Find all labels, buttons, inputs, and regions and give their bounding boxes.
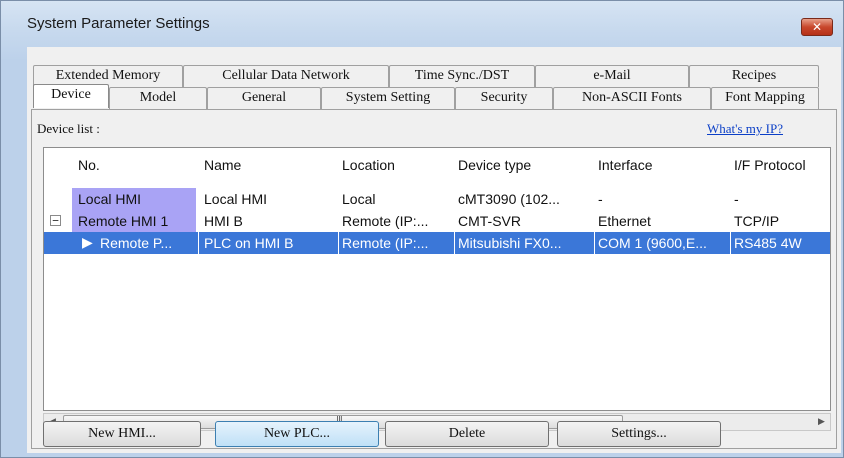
table-row[interactable]: Local HMI Local HMI Local cMT3090 (102..… [44, 188, 830, 210]
tab-device[interactable]: Device [33, 84, 109, 108]
cell-location: Remote (IP:... [342, 213, 429, 229]
table-row[interactable]: − Remote HMI 1 HMI B Remote (IP:... CMT-… [44, 210, 830, 232]
device-list-label: Device list : [37, 121, 100, 136]
tab-e-mail[interactable]: e-Mail [535, 65, 689, 87]
cell-no: Local HMI [72, 188, 196, 210]
column-header-location[interactable]: Location [342, 157, 395, 173]
cell-device-type: CMT-SVR [458, 213, 521, 229]
cell-protocol: - [734, 191, 739, 207]
window-title: System Parameter Settings [27, 15, 210, 32]
tab-recipes[interactable]: Recipes [689, 65, 819, 87]
cell-device-type: Mitsubishi FX0... [458, 235, 562, 251]
cell-no: Remote HMI 1 [72, 210, 196, 232]
tab-security[interactable]: Security [455, 87, 553, 109]
new-hmi-button[interactable]: New HMI... [43, 421, 201, 447]
column-header-if-protocol[interactable]: I/F Protocol [734, 157, 806, 173]
cell-interface: - [598, 191, 603, 207]
cell-protocol: RS485 4W [734, 235, 802, 251]
delete-button[interactable]: Delete [385, 421, 549, 447]
cell-name: Local HMI [204, 191, 268, 207]
grid-header: No. Name Location Device type Interface … [44, 148, 830, 180]
cell-location: Remote (IP:... [342, 235, 429, 251]
tab-font-mapping[interactable]: Font Mapping [711, 87, 819, 109]
tab-row-bottom: Device Model General System Setting Secu… [33, 84, 819, 109]
cell-interface: Ethernet [598, 213, 651, 229]
tab-general[interactable]: General [207, 87, 321, 109]
close-button[interactable]: ✕ [801, 18, 833, 36]
settings-button[interactable]: Settings... [557, 421, 721, 447]
tab-system-setting[interactable]: System Setting [321, 87, 455, 109]
new-plc-button[interactable]: New PLC... [215, 421, 379, 447]
cell-divider [594, 232, 595, 254]
tab-time-sync-dst[interactable]: Time Sync./DST [389, 65, 535, 87]
tab-non-ascii-fonts[interactable]: Non-ASCII Fonts [553, 87, 711, 109]
tab-model[interactable]: Model [109, 87, 207, 109]
device-list-grid[interactable]: No. Name Location Device type Interface … [43, 147, 831, 411]
column-header-device-type[interactable]: Device type [458, 157, 531, 173]
cell-divider [338, 232, 339, 254]
column-header-interface[interactable]: Interface [598, 157, 652, 173]
cell-device-type: cMT3090 (102... [458, 191, 560, 207]
column-header-name[interactable]: Name [204, 157, 241, 173]
whats-my-ip-link[interactable]: What's my IP? [707, 121, 783, 137]
title-bar[interactable]: System Parameter Settings ✕ [1, 1, 843, 47]
cell-divider [730, 232, 731, 254]
cell-interface: COM 1 (9600,E... [598, 235, 707, 251]
system-parameter-settings-dialog: System Parameter Settings ✕ Extended Mem… [0, 0, 844, 458]
collapse-icon[interactable]: − [50, 215, 61, 226]
tab-row-top: Extended Memory Cellular Data Network Ti… [33, 65, 819, 87]
scroll-right-icon[interactable]: ▶ [813, 414, 830, 430]
cell-name: PLC on HMI B [204, 235, 294, 251]
cell-location: Local [342, 191, 376, 207]
cell-name: HMI B [204, 213, 243, 229]
table-row-selected[interactable]: ▶ Remote P... PLC on HMI B Remote (IP:..… [44, 232, 830, 254]
cell-divider [454, 232, 455, 254]
dialog-client-area: Extended Memory Cellular Data Network Ti… [27, 47, 841, 453]
tab-cellular-data-network[interactable]: Cellular Data Network [183, 65, 389, 87]
cell-divider [198, 232, 199, 254]
cell-protocol: TCP/IP [734, 213, 780, 229]
column-header-no[interactable]: No. [78, 157, 100, 173]
row-pointer-icon: ▶ [82, 235, 93, 251]
cell-no: Remote P... [100, 235, 173, 251]
